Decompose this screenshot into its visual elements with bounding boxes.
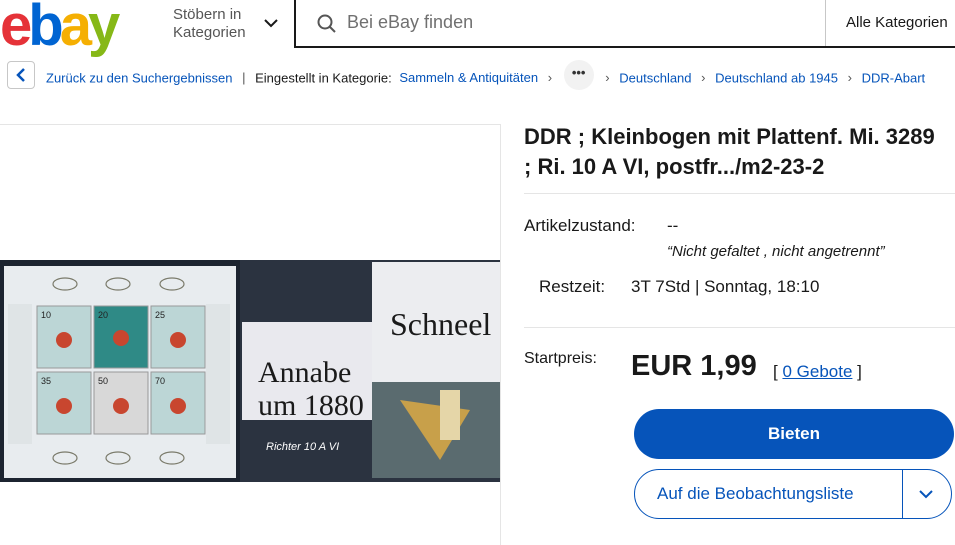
price: EUR 1,99 (631, 350, 757, 382)
chevron-right-icon: › (547, 70, 553, 86)
breadcrumb-divider: | (242, 70, 246, 86)
search-input[interactable]: Bei eBay finden (347, 12, 473, 33)
svg-text:20: 20 (98, 310, 108, 320)
browse-line-2: Kategorien (173, 24, 246, 41)
chevron-right-icon: › (605, 70, 610, 86)
chevron-down-icon[interactable] (262, 14, 280, 32)
search-icon (317, 14, 336, 33)
category-select[interactable]: Alle Kategorien (846, 14, 948, 31)
listed-in-label: Eingestellt in Kategorie: (255, 70, 392, 86)
bracket-close: ] (857, 362, 862, 381)
svg-text:70: 70 (155, 376, 165, 386)
back-to-results-link[interactable]: Zurück zu den Suchergebnissen (46, 70, 232, 85)
divider (524, 327, 955, 328)
watchlist-divider (902, 470, 903, 518)
bid-button[interactable]: Bieten (634, 409, 954, 459)
bracket-open: [ (773, 362, 778, 381)
logo-letter: a (59, 0, 92, 58)
bids-count: [ 0 Gebote ] (773, 362, 862, 382)
search-divider (825, 0, 826, 46)
logo-letter: y (87, 0, 120, 58)
time-left-label: Restzeit: (539, 277, 606, 296)
svg-text:25: 25 (155, 310, 165, 320)
divider (524, 193, 955, 194)
breadcrumb-item-ddr-abart[interactable]: DDR-Abart (862, 70, 926, 85)
chevron-down-icon[interactable] (917, 485, 935, 503)
condition-note: “Nicht gefaltet , nicht angetrennt” (667, 243, 885, 260)
breadcrumb-item-germany[interactable]: Deutschland (619, 70, 691, 85)
listing-title: DDR ; Kleinbogen mit Plattenf. Mi. 3289 … (524, 124, 935, 179)
breadcrumb: Zurück zu den Suchergebnissen | Eingeste… (46, 60, 926, 90)
logo-letter: e (0, 0, 32, 58)
chevron-right-icon: › (701, 70, 706, 86)
ebay-logo[interactable]: ebay (0, 0, 120, 58)
condition-label: Artikelzustand: (524, 216, 636, 235)
listing-image[interactable]: 10 20 25 35 50 70 Schneel Annabe um 1880 Ric… (0, 260, 500, 482)
image-caption: Richter 10 A VI (266, 441, 339, 453)
zoom-text-1: Schneel (390, 306, 491, 342)
zoom-text-2: Annabe (258, 356, 351, 389)
zoom-text-3: um 1880 (258, 389, 364, 422)
condition-value: -- (667, 216, 679, 235)
back-button[interactable] (7, 61, 35, 89)
breadcrumb-item-collecting[interactable]: Sammeln & Antiquitäten (399, 70, 538, 85)
watchlist-button[interactable]: Auf die Beobachtungsliste (634, 469, 952, 519)
watchlist-label: Auf die Beobachtungsliste (657, 484, 854, 503)
logo-letter: b (28, 0, 63, 58)
breadcrumb-more-button[interactable]: ••• (563, 60, 594, 90)
breadcrumb-item-germany-1945[interactable]: Deutschland ab 1945 (715, 70, 838, 85)
svg-text:35: 35 (41, 376, 51, 386)
start-price-label: Startpreis: (524, 350, 597, 367)
browse-line-1: Stöbern in (173, 6, 242, 23)
browse-categories-button[interactable]: Stöbern in Kategorien (173, 6, 246, 42)
bids-link[interactable]: 0 Gebote (782, 362, 852, 381)
time-left-value: 3T 7Std | Sonntag, 18:10 (631, 277, 820, 296)
chevron-right-icon: › (847, 70, 852, 86)
svg-text:50: 50 (98, 376, 108, 386)
svg-text:10: 10 (41, 310, 51, 320)
chevron-left-icon (16, 68, 25, 82)
